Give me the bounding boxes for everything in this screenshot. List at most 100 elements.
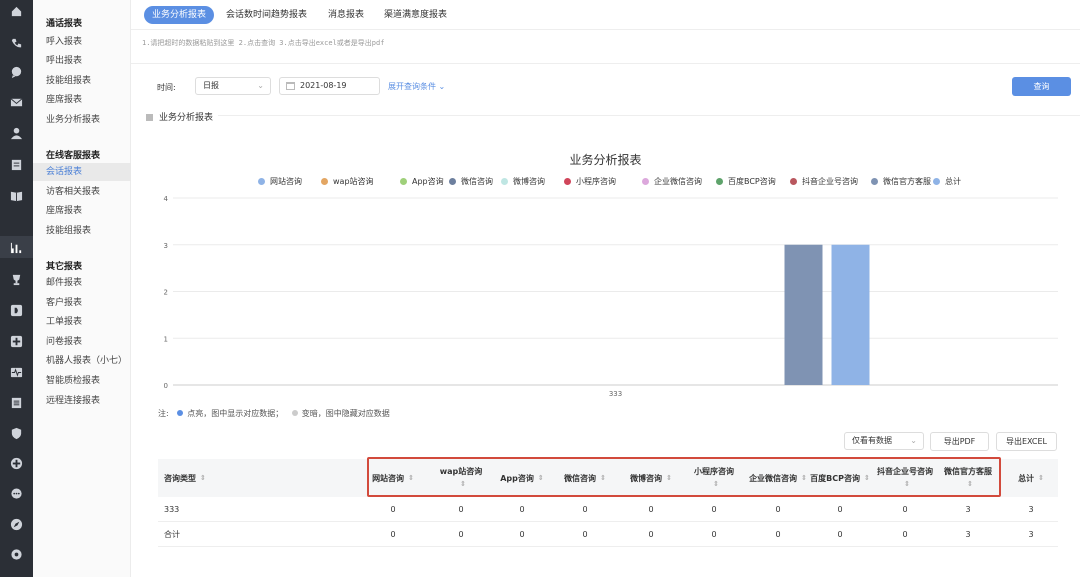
tab-message-report[interactable]: 消息报表 <box>328 6 364 24</box>
menu-item[interactable]: 远程连接报表 <box>46 392 131 410</box>
date-value: 2021-08-19 <box>300 81 347 90</box>
menu-item[interactable]: 座席报表 <box>46 91 131 109</box>
legend-label: 微信咨询 <box>461 177 493 186</box>
message-icon[interactable] <box>8 486 24 502</box>
column-header[interactable]: 总计 ⇕ <box>1004 459 1058 497</box>
legend-item[interactable]: 抖音企业号咨询 <box>790 176 858 187</box>
tab-channel-satisfaction[interactable]: 渠道满意度报表 <box>384 6 447 24</box>
table-cell: 0 <box>775 505 781 514</box>
menu-item[interactable]: 技能组报表 <box>46 72 131 90</box>
sort-icon[interactable]: ⇕ <box>538 472 544 485</box>
menu-item-active[interactable]: 会话报表 <box>33 163 131 181</box>
menu-item[interactable]: 技能组报表 <box>46 222 131 240</box>
note-dim: 变暗，图中隐藏对应数据 <box>301 409 390 418</box>
legend-item[interactable]: 总计 <box>933 176 961 187</box>
query-button[interactable]: 查询 <box>1012 77 1071 96</box>
menu-item[interactable]: 访客相关报表 <box>46 183 131 201</box>
column-header[interactable]: 网站咨询 ⇕ <box>366 459 420 497</box>
tab-business-analysis[interactable]: 业务分析报表 <box>144 6 215 24</box>
table-cell: 3 <box>965 530 971 539</box>
phone-icon[interactable] <box>8 35 24 51</box>
sort-icon[interactable]: ⇕ <box>801 472 807 485</box>
menu-group-title: 在线客服报表 <box>46 151 101 161</box>
table-cell: 0 <box>902 530 908 539</box>
column-header[interactable]: 百度BCP咨询 ⇕ <box>810 459 870 497</box>
menu-item[interactable]: 呼入报表 <box>46 33 131 51</box>
menu-item[interactable]: 工单报表 <box>46 313 131 331</box>
chart-title: 业务分析报表 <box>569 153 642 167</box>
table-cell: 0 <box>711 530 717 539</box>
sort-icon[interactable]: ⇕ <box>666 472 672 485</box>
sort-icon[interactable]: ⇕ <box>904 478 910 491</box>
period-select[interactable]: 日报 ⌄ <box>195 77 271 95</box>
column-header[interactable]: 咨询类型 ⇕ <box>158 459 228 497</box>
tab-session-trend[interactable]: 会话数时间趋势报表 <box>226 6 307 24</box>
legend-dot-icon <box>790 178 797 185</box>
legend-item[interactable]: wap站咨询 <box>321 176 374 187</box>
shield-icon[interactable] <box>8 425 24 441</box>
plus-square-icon[interactable] <box>8 333 24 349</box>
compass-icon[interactable] <box>8 516 24 532</box>
expand-query-link[interactable]: 展开查询条件 ⌄ <box>388 81 445 92</box>
column-header[interactable]: App咨询 ⇕ <box>492 459 552 497</box>
legend-dot-icon <box>400 178 407 185</box>
mail-icon[interactable] <box>8 94 24 110</box>
menu-item[interactable]: 机器人报表（小七） <box>46 352 131 370</box>
sort-icon[interactable]: ⇕ <box>600 472 606 485</box>
report-icon[interactable] <box>8 239 24 255</box>
home-icon[interactable] <box>8 3 24 19</box>
table-cell: 0 <box>582 505 588 514</box>
legend-item[interactable]: 百度BCP咨询 <box>716 176 776 187</box>
sort-icon[interactable]: ⇕ <box>460 478 466 491</box>
sort-icon[interactable]: ⇕ <box>1038 472 1044 485</box>
sort-icon[interactable]: ⇕ <box>200 472 206 485</box>
legend-item[interactable]: 小程序咨询 <box>564 176 616 187</box>
section-divider <box>218 115 1080 116</box>
menu-item[interactable]: 客户报表 <box>46 294 131 312</box>
menu-item[interactable]: 智能质检报表 <box>46 372 131 390</box>
settings-icon[interactable] <box>8 546 24 562</box>
bar[interactable] <box>784 244 823 385</box>
menu-item[interactable]: 业务分析报表 <box>46 111 131 129</box>
plus-circle-icon[interactable] <box>8 455 24 471</box>
menu-item[interactable]: 问卷报表 <box>46 333 131 351</box>
date-picker[interactable]: 2021-08-19 <box>279 77 380 95</box>
export-excel-button[interactable]: 导出EXCEL <box>996 432 1057 451</box>
sort-icon[interactable]: ⇕ <box>713 478 719 491</box>
menu-item[interactable]: 邮件报表 <box>46 274 131 292</box>
list-icon[interactable] <box>8 394 24 410</box>
section-title-text: 业务分析报表 <box>159 113 214 123</box>
column-header[interactable]: 企业微信咨询 ⇕ <box>746 459 810 497</box>
book-icon[interactable] <box>8 187 24 203</box>
column-header[interactable]: 小程序咨询 ⇕ <box>686 459 742 497</box>
column-header[interactable]: 微信咨询 ⇕ <box>556 459 614 497</box>
legend-item[interactable]: 微博咨询 <box>501 176 545 187</box>
legend-item[interactable]: App咨询 <box>400 176 444 187</box>
bar[interactable] <box>831 244 870 385</box>
sort-icon[interactable]: ⇕ <box>967 478 973 491</box>
column-header[interactable]: 抖音企业号咨询 ⇕ <box>874 459 936 497</box>
trophy-icon[interactable] <box>8 271 24 287</box>
column-header[interactable]: 微博咨询 ⇕ <box>620 459 682 497</box>
menu-item[interactable]: 呼出报表 <box>46 52 131 70</box>
clipboard-icon[interactable] <box>8 156 24 172</box>
legend-item[interactable]: 微信咨询 <box>449 176 493 187</box>
data-filter-select[interactable]: 仅看有数据 ⌄ <box>844 432 924 450</box>
menu-item[interactable]: 座席报表 <box>46 202 131 220</box>
legend-item[interactable]: 微信官方客服 <box>871 176 931 187</box>
user-icon[interactable] <box>8 125 24 141</box>
divider <box>131 63 1080 64</box>
chat-icon[interactable] <box>8 64 24 80</box>
column-header[interactable]: wap站咨询 ⇕ <box>428 459 494 497</box>
legend-item[interactable]: 企业微信咨询 <box>642 176 702 187</box>
d-icon[interactable] <box>8 302 24 318</box>
table-cell: 0 <box>711 505 717 514</box>
legend-item[interactable]: 网站咨询 <box>258 176 302 187</box>
sort-icon[interactable]: ⇕ <box>864 472 870 485</box>
table-cell: 合计 <box>164 530 180 539</box>
pulse-icon[interactable] <box>8 364 24 380</box>
sort-icon[interactable]: ⇕ <box>408 472 414 485</box>
export-pdf-button[interactable]: 导出PDF <box>930 432 989 451</box>
legend-dot-icon <box>258 178 265 185</box>
column-header[interactable]: 微信官方客服 ⇕ <box>938 459 998 497</box>
